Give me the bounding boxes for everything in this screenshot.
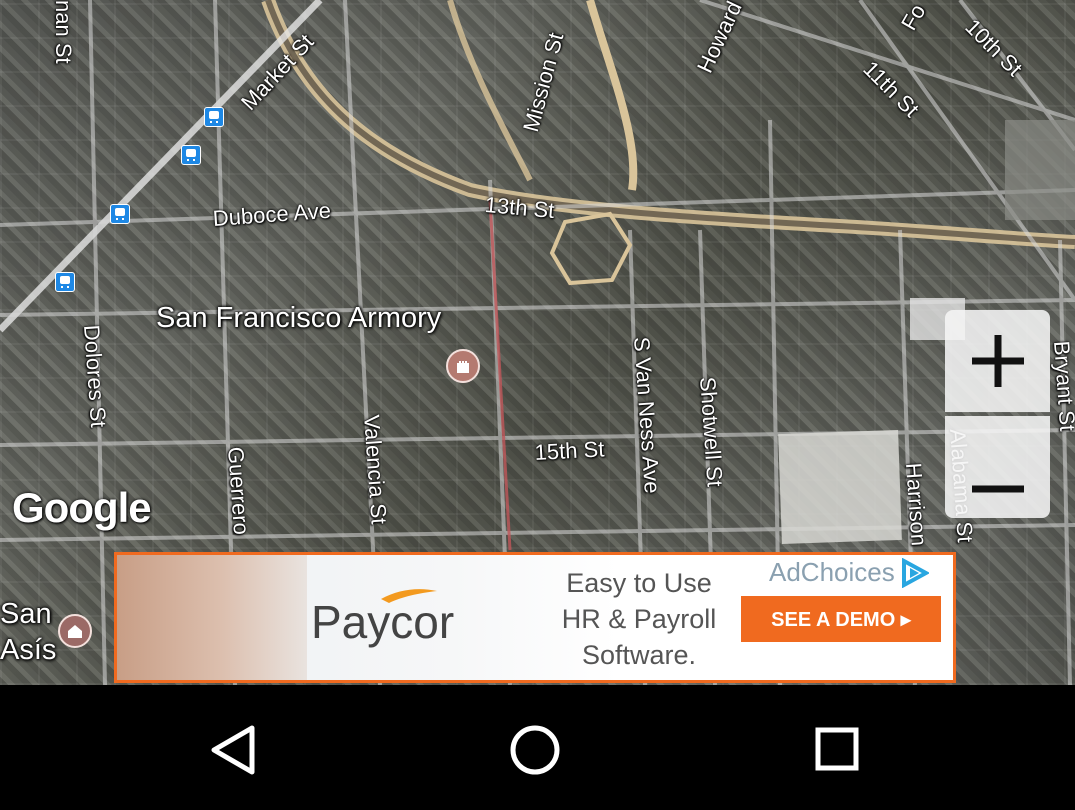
ad-tagline-line: Software. bbox=[581, 640, 697, 670]
ad-brand-name: Paycor bbox=[311, 596, 455, 648]
adchoices-link[interactable]: AdChoices bbox=[769, 557, 929, 588]
see-demo-button[interactable]: SEE A DEMO ▸ bbox=[741, 596, 941, 642]
place-label-mission-dolores: San Asís bbox=[0, 596, 56, 668]
transit-station-icon[interactable] bbox=[204, 107, 224, 127]
street-label-15th: 15th St bbox=[534, 436, 605, 465]
transit-station-icon[interactable] bbox=[110, 204, 130, 224]
google-logo: Google bbox=[12, 484, 152, 531]
place-label-armory: San Francisco Armory bbox=[156, 302, 442, 334]
ad-tagline: Easy to Use HR & Payroll Software. bbox=[549, 565, 729, 673]
castle-poi-icon[interactable] bbox=[446, 349, 480, 383]
home-circle-icon bbox=[510, 725, 560, 775]
back-button[interactable] bbox=[198, 715, 268, 785]
back-triangle-icon bbox=[211, 725, 255, 775]
ad-person-image bbox=[117, 555, 307, 680]
transit-station-icon[interactable] bbox=[181, 145, 201, 165]
transit-station-icon[interactable] bbox=[55, 272, 75, 292]
map-view[interactable]: nan St Market St Mission St Howard Fo 10… bbox=[0, 0, 1075, 685]
home-button[interactable] bbox=[500, 715, 570, 785]
street-label-buchanan: nan St bbox=[51, 0, 76, 64]
zoom-in-button[interactable] bbox=[945, 310, 1050, 412]
landmark-poi-icon[interactable] bbox=[58, 614, 92, 648]
place-label-line2: Asís bbox=[0, 634, 57, 666]
adchoices-icon bbox=[901, 557, 929, 588]
recents-square-icon bbox=[815, 727, 859, 771]
zoom-out-button[interactable] bbox=[945, 416, 1050, 518]
recents-button[interactable] bbox=[803, 715, 873, 785]
place-label-line1: San bbox=[0, 598, 52, 630]
plus-icon bbox=[971, 335, 1024, 387]
adchoices-label: AdChoices bbox=[769, 557, 895, 587]
ad-tagline-line: HR & Payroll bbox=[561, 604, 717, 634]
ad-tagline-line: Easy to Use bbox=[566, 568, 712, 598]
banner-ad[interactable]: Paycor Easy to Use HR & Payroll Software… bbox=[114, 552, 956, 683]
system-navigation-bar bbox=[0, 685, 1075, 810]
minus-icon bbox=[971, 485, 1024, 493]
